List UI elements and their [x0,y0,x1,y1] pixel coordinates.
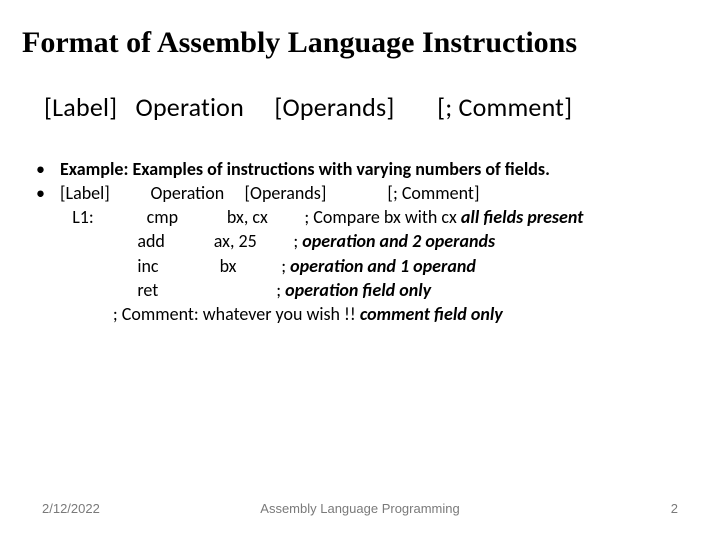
hdr-label: [Label] [60,182,110,204]
syntax-label: [Label] [44,91,117,123]
row-1: add ax, 25 ; operation and 2 operands [60,229,686,253]
row-2: inc bx ; operation and 1 operand [60,254,686,278]
row-label: L1: [60,206,94,228]
header-row: [Label] Operation [Operands] [; Comment] [60,181,686,205]
row-0: L1: cmp bx, cx ; Compare bx with cx all … [60,205,686,229]
bullet-dot-icon: • [34,157,60,181]
example-text: Examples of instructions with varying nu… [128,158,550,180]
row-op: cmp [147,206,178,228]
comment-emph: comment field only [360,303,503,325]
comment-plain: ; Comment: whatever you wish !! [113,303,360,325]
instruction-row: L1: cmp bx, cx ; Compare bx with cx all … [34,205,686,229]
row-args: ax, 25 [214,230,257,252]
hdr-operands: [Operands] [245,182,327,204]
instruction-row: inc bx ; operation and 1 operand [34,254,686,278]
row-note-emph: operation and 1 operand [290,255,476,277]
hdr-comment: [; Comment] [387,182,479,204]
row-note-plain: ; [281,255,290,277]
row-3: ret ; operation field only [60,278,686,302]
bullet-dot-icon: • [34,181,60,205]
syntax-operation: Operation [136,91,244,123]
row-comment-only: ; Comment: whatever you wish !! comment … [60,302,686,326]
row-note-plain: ; [276,279,285,301]
row-note-plain: ; Compare bx with cx [304,206,461,228]
hdr-operation: Operation [150,182,224,204]
row-op: inc [137,255,158,277]
body-content: • Example: Examples of instructions with… [0,123,720,327]
instruction-row: ret ; operation field only [34,278,686,302]
footer-page-number: 2 [671,501,678,516]
bullet-example: • Example: Examples of instructions with… [34,157,686,181]
footer-title: Assembly Language Programming [0,501,720,516]
instruction-row: add ax, 25 ; operation and 2 operands [34,229,686,253]
bullet-header-row: • [Label] Operation [Operands] [; Commen… [34,181,686,205]
syntax-format-line: [Label] Operation [Operands] [; Comment] [0,71,720,123]
row-args: bx [216,255,237,277]
row-note-emph: operation field only [285,279,431,301]
row-op: ret [137,279,158,301]
row-note-emph: operation and 2 operands [302,230,495,252]
example-heading: Example: [60,158,128,180]
row-op: add [137,230,165,252]
row-args: bx, cx [227,206,268,228]
syntax-comment: [; Comment] [437,91,572,123]
slide: Format of Assembly Language Instructions… [0,0,720,540]
comment-only-row: ; Comment: whatever you wish !! comment … [34,302,686,326]
row-note-plain: ; [293,230,302,252]
syntax-operands: [Operands] [274,91,394,123]
page-title: Format of Assembly Language Instructions [0,0,720,71]
row-note-emph: all fields present [461,206,584,228]
